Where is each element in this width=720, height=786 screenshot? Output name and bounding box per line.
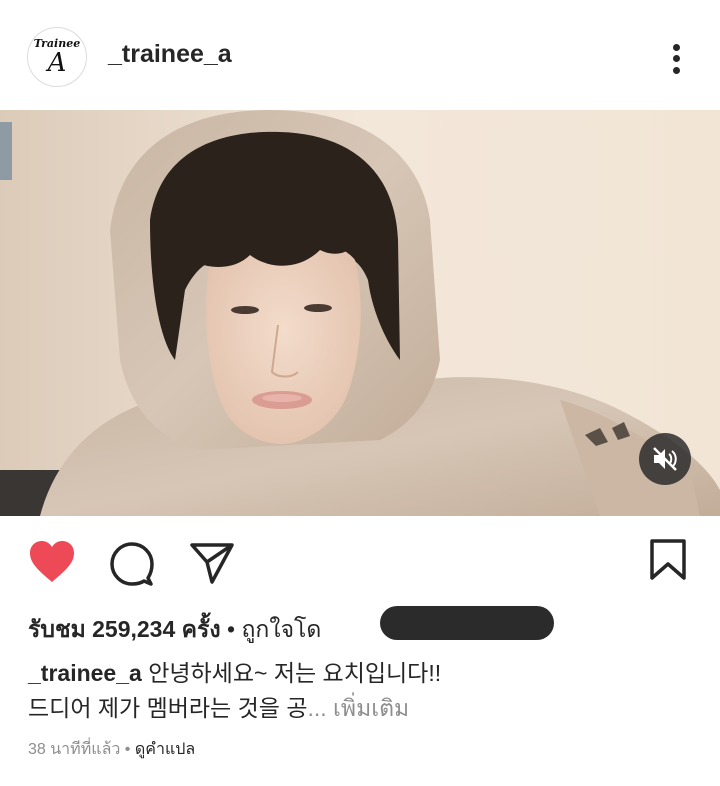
post-meta: 38 นาทีที่แล้ว • ดูคำแปล bbox=[28, 737, 195, 762]
more-link[interactable]: เพิ่มเติม bbox=[333, 695, 409, 721]
more-vertical-icon-dot bbox=[673, 55, 680, 62]
views-line: รับชม 259,234 ครั้ง • ถูกใจโด bbox=[28, 612, 321, 648]
mute-button[interactable] bbox=[639, 433, 691, 485]
like-button[interactable] bbox=[28, 540, 76, 584]
more-vertical-icon-dot bbox=[673, 67, 680, 74]
more-options-button[interactable] bbox=[662, 40, 692, 78]
caption-ellipsis: ... bbox=[307, 695, 334, 721]
redacted-overlay bbox=[380, 606, 554, 640]
video-frame bbox=[0, 110, 720, 516]
timestamp: 38 นาทีที่แล้ว bbox=[28, 741, 121, 758]
heart-icon bbox=[30, 541, 74, 582]
comment-icon bbox=[110, 542, 154, 586]
share-button[interactable] bbox=[188, 540, 236, 588]
separator-dot: • bbox=[220, 616, 242, 642]
bookmark-icon bbox=[650, 539, 686, 580]
action-bar bbox=[0, 516, 720, 606]
caption-text-line2: 드디어 제가 멤버라는 것을 공 bbox=[28, 695, 308, 721]
share-icon bbox=[190, 543, 234, 584]
avatar[interactable]: Trainee A bbox=[27, 27, 87, 87]
translate-link[interactable]: ดูคำแปล bbox=[135, 741, 195, 758]
bookmark-button[interactable] bbox=[648, 538, 688, 582]
post-video[interactable] bbox=[0, 110, 720, 516]
views-count[interactable]: 259,234 bbox=[92, 616, 175, 642]
caption-text-line1: 안녕하세요~ 저는 요치입니다!! bbox=[141, 660, 442, 686]
views-label: รับชม bbox=[28, 616, 86, 642]
post-header: Trainee A _trainee_a bbox=[0, 0, 720, 110]
post-username[interactable]: _trainee_a bbox=[108, 40, 232, 69]
meta-separator: • bbox=[120, 741, 135, 758]
caption-continued: 드디어 제가 멤버라는 것을 공... เพิ่มเติม bbox=[28, 689, 409, 727]
caption: _trainee_a 안녕하세요~ 저는 요치입니다!! bbox=[28, 654, 441, 688]
comment-button[interactable] bbox=[108, 540, 156, 588]
avatar-logo-letter: A bbox=[47, 48, 67, 78]
caption-username[interactable]: _trainee_a bbox=[28, 660, 142, 686]
liked-by-label[interactable]: ถูกใจโด bbox=[241, 616, 321, 642]
more-vertical-icon bbox=[673, 44, 680, 51]
mute-icon bbox=[653, 447, 677, 471]
views-unit: ครั้ง bbox=[181, 616, 221, 642]
